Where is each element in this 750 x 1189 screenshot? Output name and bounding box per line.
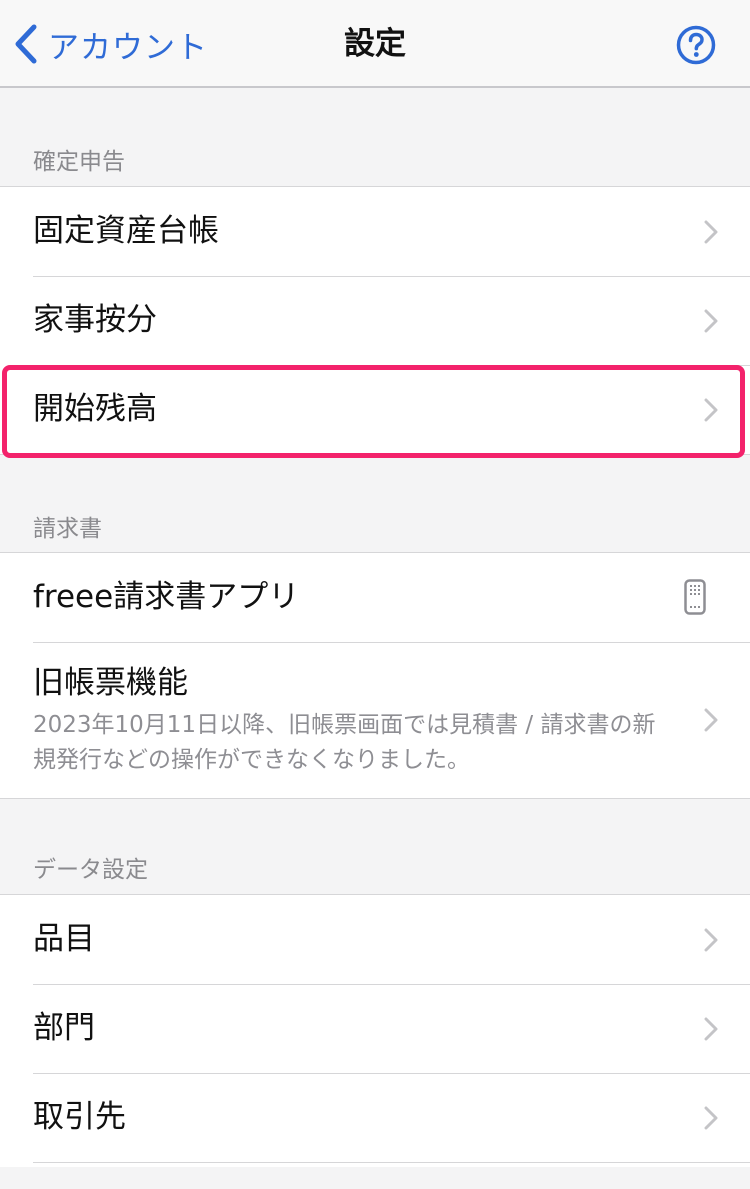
list-item-label: 旧帳票機能 [33,665,188,701]
navigation-bar: アカウント 設定 [0,0,750,88]
list-item-items[interactable]: 品目 [0,895,750,984]
list-item-fixed-asset-ledger[interactable]: 固定資産台帳 [0,187,750,276]
list-item-partners[interactable]: 取引先 [0,1073,750,1167]
mobile-device-icon [684,579,706,615]
invoice-group: freee請求書アプリ 旧帳票機能 2023年10月11日以降、旧帳票画面では見… [0,552,750,799]
section-header-tax-return: 確定申告 [33,149,125,175]
list-item-label: 品目 [33,921,95,957]
tax-return-group: 固定資産台帳 家事按分 開始残高 [0,186,750,455]
chevron-right-icon [704,1017,718,1041]
list-item-opening-balance[interactable]: 開始残高 [0,365,750,454]
list-item-label: 家事按分 [33,302,157,338]
list-item-label: 固定資産台帳 [33,213,219,249]
list-item-label: 開始残高 [33,391,157,427]
chevron-right-icon [704,398,718,422]
list-item-legacy-forms[interactable]: 旧帳票機能 2023年10月11日以降、旧帳票画面では見積書 / 請求書の新規発… [0,642,750,798]
divider [33,1162,750,1163]
question-circle-icon[interactable] [676,25,716,65]
chevron-right-icon [704,220,718,244]
list-item-label: 部門 [33,1010,95,1046]
list-item-description: 2023年10月11日以降、旧帳票画面では見積書 / 請求書の新規発行などの操作… [33,712,656,773]
chevron-right-icon [704,708,718,732]
section-header-data-settings: データ設定 [33,857,148,883]
list-item-household-allocation[interactable]: 家事按分 [0,276,750,365]
list-item-departments[interactable]: 部門 [0,984,750,1073]
list-item-label: freee請求書アプリ [33,579,300,615]
list-item-freee-invoice-app[interactable]: freee請求書アプリ [0,553,750,642]
data-settings-group: 品目 部門 取引先 [0,894,750,1167]
chevron-right-icon [704,1106,718,1130]
chevron-right-icon [704,309,718,333]
page-title: 設定 [344,26,406,62]
chevron-right-icon [704,928,718,952]
list-item-label: 取引先 [33,1099,126,1135]
section-header-invoice: 請求書 [33,516,102,542]
